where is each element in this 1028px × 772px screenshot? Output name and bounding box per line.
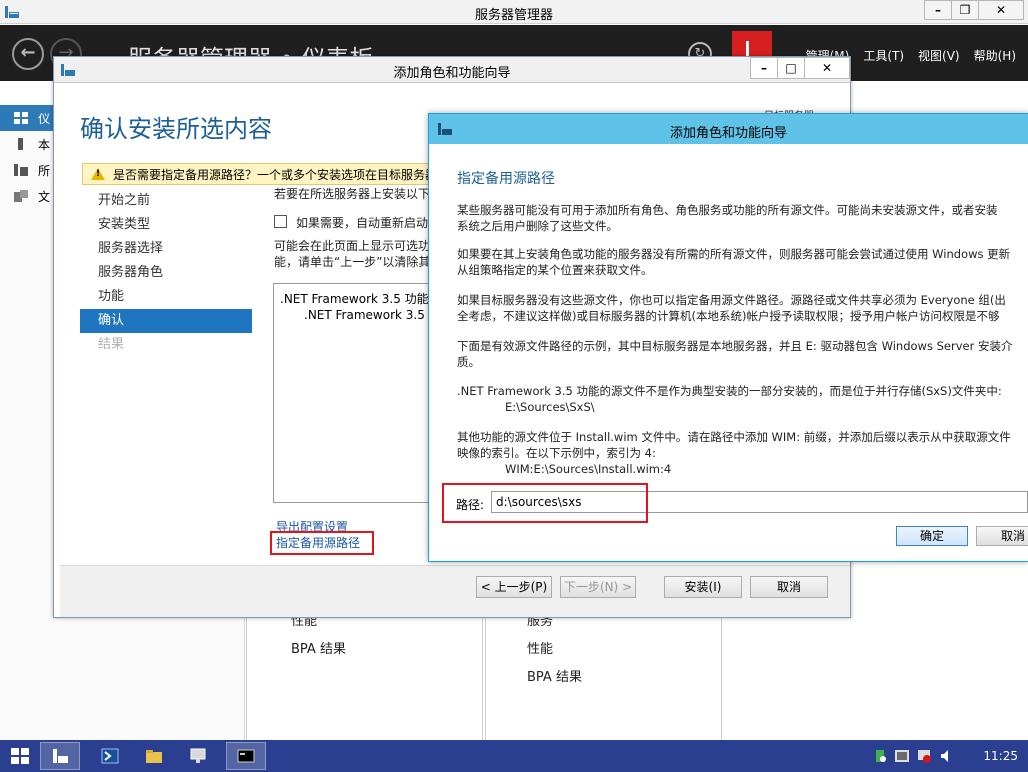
warning-icon bbox=[91, 168, 105, 180]
nav-installation-type[interactable]: 安装类型 bbox=[80, 213, 252, 237]
sidebar-item-label: 文 bbox=[38, 189, 51, 204]
auto-restart-label: 如果需要，自动重新启动 bbox=[296, 216, 429, 230]
tile-item-bpa[interactable]: BPA 结果 bbox=[291, 638, 346, 657]
wizard-nav: 开始之前 安装类型 服务器选择 服务器角色 功能 确认 结果 bbox=[80, 189, 252, 357]
nav-features[interactable]: 功能 bbox=[80, 285, 252, 309]
cancel-button[interactable]: 取消 bbox=[750, 576, 828, 598]
auto-restart-checkbox[interactable] bbox=[274, 215, 287, 228]
ok-button[interactable]: 确定 bbox=[896, 526, 968, 546]
dashboard-icon bbox=[14, 112, 28, 124]
dialog-paragraph: 系统之后用户删除了这些文件。 bbox=[457, 219, 618, 233]
install-button[interactable]: 安装(I) bbox=[664, 576, 742, 598]
powershell-icon bbox=[101, 748, 119, 764]
close-button[interactable]: ✕ bbox=[978, 0, 1024, 20]
previous-button[interactable]: < 上一步(P) bbox=[476, 576, 552, 598]
nav-server-roles[interactable]: 服务器角色 bbox=[80, 261, 252, 285]
sxs-path-example: E:\Sources\SxS\ bbox=[505, 400, 595, 414]
command-prompt-icon bbox=[237, 749, 255, 763]
server-icon bbox=[18, 138, 23, 150]
wizard-footer: < 上一步(P) 下一步(N) > 安装(I) 取消 bbox=[60, 565, 850, 617]
nav-server-selection[interactable]: 服务器选择 bbox=[80, 237, 252, 261]
highlight-box-link bbox=[270, 531, 374, 555]
highlight-box-path bbox=[442, 483, 648, 523]
dialog-cancel-button[interactable]: 取消 bbox=[976, 526, 1028, 546]
sidebar-item-label: 所 bbox=[38, 163, 51, 178]
dialog-paragraph: 其他功能的源文件位于 Install.wim 文件中。请在路径中添加 WIM: … bbox=[457, 430, 1011, 444]
volume-icon[interactable] bbox=[939, 749, 953, 763]
wizard-title: 添加角色和功能向导 bbox=[393, 66, 511, 81]
menu-help[interactable]: 帮助(H) bbox=[974, 47, 1016, 64]
tile-item-performance[interactable]: 性能 bbox=[527, 638, 553, 657]
server-manager-title: 服务器管理器 bbox=[474, 8, 553, 23]
selected-features-list[interactable]: .NET Framework 3.5 功能 .NET Framework 3.5… bbox=[273, 283, 433, 503]
wizard-maximize-button[interactable]: □ bbox=[777, 57, 805, 79]
servers-icon bbox=[14, 164, 28, 176]
dashboard-tile-left: 性能 BPA 结果 bbox=[246, 614, 486, 740]
taskbar-server-manager[interactable] bbox=[40, 742, 80, 770]
taskbar-powershell[interactable] bbox=[90, 742, 130, 770]
dialog-paragraph: 如果目标服务器没有这些源文件，你也可以指定备用源文件路径。源路径或文件共享必须为… bbox=[457, 293, 1006, 307]
vm-icon[interactable] bbox=[895, 749, 910, 763]
feature-item: .NET Framework 3.5 功能 bbox=[280, 292, 429, 306]
nav-confirmation[interactable]: 确认 bbox=[80, 309, 252, 333]
dialog-paragraph: 质。 bbox=[457, 355, 480, 369]
taskbar-file-explorer[interactable] bbox=[134, 742, 174, 770]
dialog-paragraph: 全考虑，不建议这样做)或目标服务器的计算机(本地系统)帐户授予读取权限；授予用户… bbox=[457, 309, 1000, 323]
start-button[interactable] bbox=[0, 742, 40, 770]
network-icon bbox=[190, 748, 206, 763]
wim-path-example: WIM:E:\Sources\Install.wim:4 bbox=[505, 462, 672, 476]
warning-banner[interactable]: 是否需要指定备用源路径？一个或多个安装选项在目标服务器 bbox=[82, 163, 452, 185]
next-button: 下一步(N) > bbox=[560, 576, 636, 598]
minimize-button[interactable]: – bbox=[924, 0, 952, 20]
feature-item: .NET Framework 3.5 ( bbox=[304, 308, 433, 322]
server-manager-icon bbox=[53, 749, 68, 763]
dialog-paragraph: 如果要在其上安装角色或功能的服务器没有所需的所有源文件，则服务器可能会尝试通过使… bbox=[457, 247, 1011, 261]
folder-icon bbox=[146, 750, 162, 763]
network-status-icon[interactable] bbox=[917, 749, 932, 763]
back-arrow-icon[interactable]: ← bbox=[12, 38, 44, 70]
nav-results: 结果 bbox=[98, 337, 125, 352]
confirmation-text: 若要在所选服务器上安装以下 bbox=[274, 187, 431, 201]
nav-before-you-begin[interactable]: 开始之前 bbox=[80, 189, 252, 213]
taskbar: 11:25 bbox=[0, 740, 1028, 772]
optional-features-text: 可能会在此页面上显示可选功 bbox=[274, 239, 431, 253]
dialog-titlebar: 添加角色和功能向导 bbox=[429, 114, 1028, 144]
dashboard-tile-right: 服务 性能 BPA 结果 bbox=[482, 614, 722, 740]
sidebar-item-label: 本 bbox=[38, 137, 51, 152]
wizard-page-title: 确认安装所选内容 bbox=[80, 115, 272, 143]
menu-view[interactable]: 视图(V) bbox=[918, 47, 960, 64]
dialog-paragraph: .NET Framework 3.5 功能的源文件不是作为典型安装的一部分安装的… bbox=[457, 384, 1002, 398]
dialog-paragraph: 从组策略指定的某个位置来获取文件。 bbox=[457, 263, 653, 277]
dialog-paragraph: 某些服务器可能没有可用于添加所有角色、角色服务或功能的所有源文件。可能尚未安装源… bbox=[457, 203, 998, 217]
restore-button[interactable]: ❐ bbox=[951, 0, 979, 20]
dialog-paragraph: 映像的索引。在以下示例中，索引为 4: bbox=[457, 446, 656, 460]
tile-item-bpa[interactable]: BPA 结果 bbox=[527, 666, 582, 685]
action-center-icon[interactable] bbox=[873, 749, 887, 763]
optional-features-text-2: 能，请单击“上一步”以清除其 bbox=[274, 255, 431, 269]
dialog-title: 添加角色和功能向导 bbox=[669, 126, 787, 141]
sidebar-item-label: 仪 bbox=[38, 111, 51, 126]
dialog-paragraph: 下面是有效源文件路径的示例，其中目标服务器是本地服务器，并且 E: 驱动器包含 … bbox=[457, 339, 1013, 353]
taskbar-remote[interactable] bbox=[178, 742, 218, 770]
windows-logo-icon bbox=[11, 748, 29, 764]
system-tray: 11:25 bbox=[873, 740, 1028, 772]
dialog-heading: 指定备用源路径 bbox=[457, 171, 555, 187]
server-manager-titlebar: 服务器管理器 – ❐ ✕ bbox=[0, 0, 1028, 24]
file-services-icon bbox=[14, 190, 28, 202]
clock[interactable]: 11:25 bbox=[983, 749, 1018, 763]
wizard-close-button[interactable]: ✕ bbox=[804, 57, 850, 79]
menu-tools[interactable]: 工具(T) bbox=[863, 47, 904, 64]
warning-text: 是否需要指定备用源路径？一个或多个安装选项在目标服务器 bbox=[113, 167, 438, 182]
wizard-minimize-button[interactable]: – bbox=[750, 57, 778, 79]
wizard-titlebar: 添加角色和功能向导 – □ ✕ bbox=[54, 57, 850, 83]
taskbar-cmd[interactable] bbox=[226, 742, 266, 770]
